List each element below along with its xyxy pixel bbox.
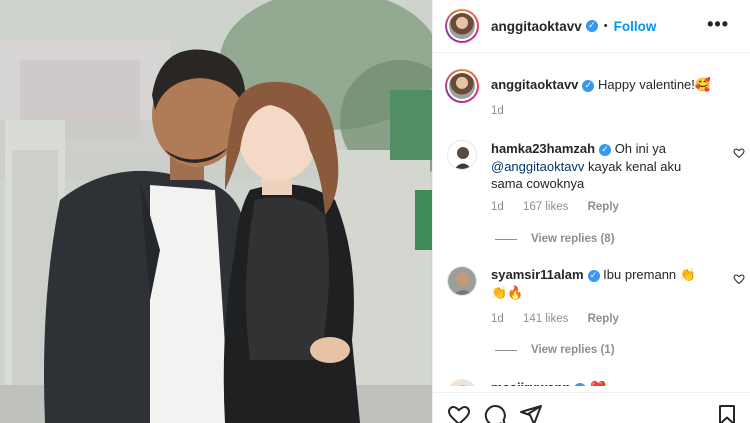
comment-like-heart-icon[interactable] — [733, 147, 745, 159]
comment-text: Ibu premann 👏 — [603, 267, 696, 282]
commenter-username[interactable]: syamsir11alam — [491, 267, 584, 282]
reply-button[interactable]: Reply — [588, 201, 619, 213]
post-actions-bar — [433, 392, 750, 423]
caption-avatar[interactable] — [445, 69, 479, 103]
comment-timestamp: 1d — [491, 201, 504, 213]
post-side-panel: anggitaoktavv ✓ • Follow ••• anggitaokta… — [432, 0, 750, 423]
follow-button[interactable]: Follow — [614, 19, 657, 34]
verified-badge-icon: ✓ — [599, 143, 612, 156]
more-options-icon[interactable]: ••• — [707, 14, 729, 35]
comment-text: Oh ini ya — [614, 141, 666, 156]
commenter-username[interactable]: hamka23hamzah — [491, 141, 595, 156]
comment-meta: 1d 167 likes Reply — [491, 201, 635, 213]
comment-text: ❤️ — [590, 380, 606, 386]
comment-timestamp: 1d — [491, 313, 504, 325]
verified-badge-icon: ✓ — [587, 269, 600, 282]
verified-badge-icon: ✓ — [582, 79, 595, 92]
commenter-avatar[interactable] — [447, 266, 477, 296]
commenter-avatar[interactable] — [447, 140, 477, 170]
comments-list[interactable]: anggitaoktavv ✓ Happy valentine!🥰 1d hamk… — [433, 54, 750, 386]
post-photo[interactable] — [0, 0, 432, 423]
author-username[interactable]: anggitaoktavv — [491, 19, 582, 34]
instagram-post: anggitaoktavv ✓ • Follow ••• anggitaokta… — [0, 0, 750, 423]
author-avatar[interactable] — [445, 9, 479, 43]
comment-like-heart-icon[interactable] — [733, 273, 745, 285]
commenter-avatar[interactable] — [447, 379, 477, 386]
comment-meta: 1d 141 likes Reply — [491, 313, 635, 325]
post-header: anggitaoktavv ✓ • Follow ••• — [433, 0, 750, 53]
mention-link[interactable]: @anggitaoktavv — [491, 159, 584, 174]
comment-likes[interactable]: 141 likes — [523, 313, 568, 325]
comment-text-continued: 👏🔥 — [491, 284, 524, 300]
bookmark-icon[interactable] — [715, 403, 739, 423]
heart-icon[interactable] — [447, 403, 471, 423]
reply-button[interactable]: Reply — [588, 313, 619, 325]
caption-text: Happy valentine!🥰 — [598, 77, 712, 92]
comment-likes[interactable]: 167 likes — [523, 201, 568, 213]
caption: anggitaoktavv ✓ Happy valentine!🥰 — [445, 69, 711, 103]
view-replies-button[interactable]: View replies (8) — [495, 233, 615, 245]
commenter-username[interactable]: maajiruwann — [491, 380, 570, 386]
caption-username[interactable]: anggitaoktavv — [491, 77, 578, 92]
couple-photo-illustration — [0, 0, 432, 423]
separator-dot: • — [603, 20, 608, 32]
view-replies-button[interactable]: View replies (1) — [495, 344, 615, 356]
comment-icon[interactable] — [483, 403, 507, 423]
share-icon[interactable] — [519, 403, 543, 423]
verified-badge-icon: ✓ — [585, 20, 598, 32]
verified-badge-icon: ✓ — [574, 382, 587, 386]
caption-timestamp: 1d — [491, 105, 504, 117]
